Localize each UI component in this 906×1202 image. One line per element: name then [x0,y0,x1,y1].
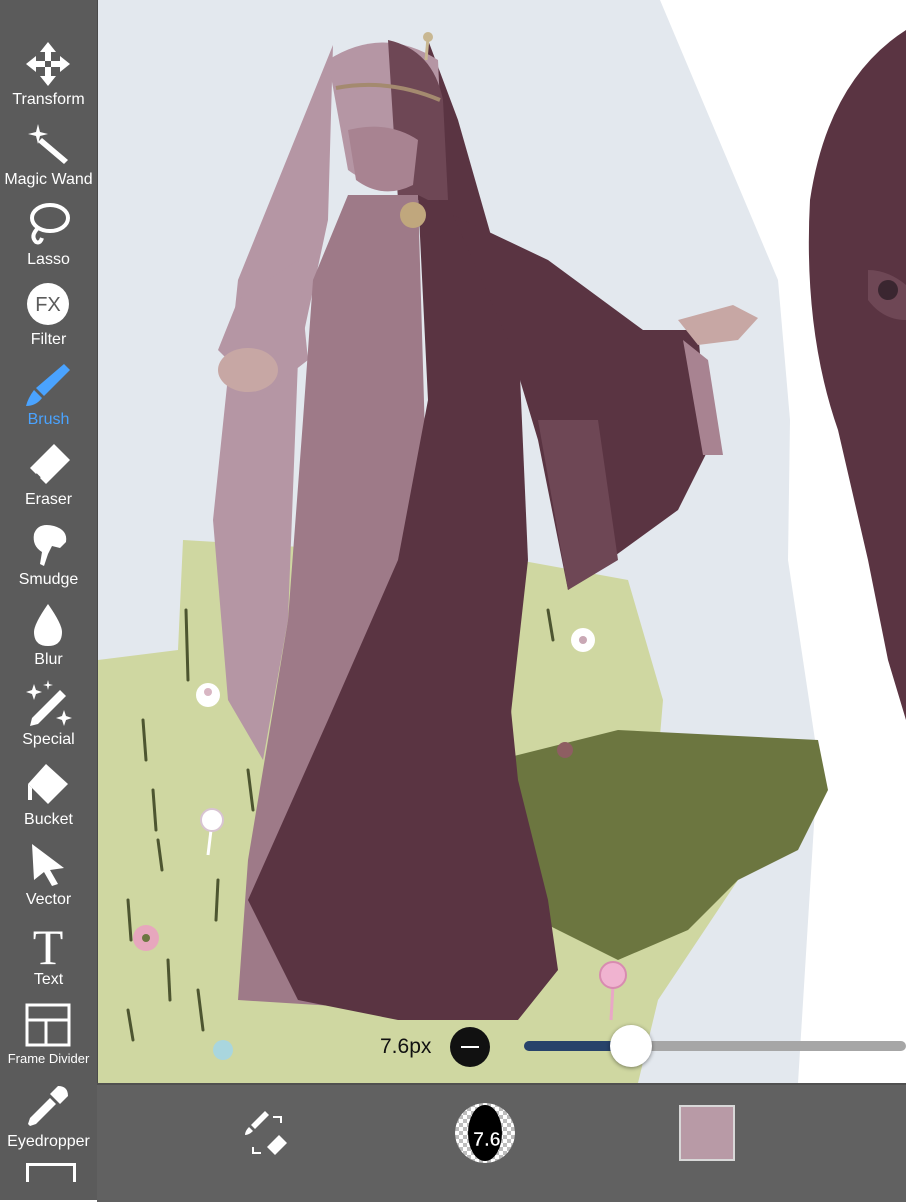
tool-label: Blur [34,651,63,668]
tool-label: Brush [27,411,70,428]
artwork [98,0,906,1083]
tool-label: Frame Divider [7,1051,90,1066]
filter-icon-text: FX [35,294,61,316]
drawing-canvas[interactable] [98,0,906,1083]
smudge-icon [33,525,67,566]
tool-filter[interactable]: FX Filter [0,278,97,358]
swap-brush-eraser-icon[interactable] [239,1105,295,1161]
decrease-size-button[interactable] [450,1027,490,1067]
minus-icon [461,1046,479,1048]
brush-size-label: 7.6px [380,1035,432,1058]
tool-label: Magic Wand [4,171,93,188]
vector-icon [32,844,64,886]
brush-icon [26,364,70,406]
tool-label: Smudge [18,571,79,588]
more-tools-hint[interactable] [26,1163,76,1182]
tool-frame-divider[interactable]: Frame Divider [0,998,97,1078]
blur-icon [34,604,62,646]
tool-eraser[interactable]: Eraser [0,438,97,518]
tool-label: Transform [12,91,85,108]
bottom-toolbar: 7.6 [97,1083,906,1202]
tool-text[interactable]: T Text [0,918,97,998]
tool-blur[interactable]: Blur [0,598,97,678]
tool-label: Eraser [24,491,73,508]
tool-label: Lasso [27,251,70,268]
tool-brush[interactable]: Brush [0,358,97,438]
tool-label: Vector [25,891,72,908]
brush-preview-size: 7.6 [473,1129,501,1152]
tool-vector[interactable]: Vector [0,838,97,918]
tool-label: Bucket [24,811,73,828]
tool-special[interactable]: Special [0,678,97,758]
tool-smudge[interactable]: Smudge [0,518,97,598]
eyedropper-icon [28,1086,68,1126]
magic-wand-icon [28,124,68,164]
brush-size-slider[interactable] [524,1041,906,1051]
tool-label: Eyedropper [7,1133,90,1150]
tool-magic-wand[interactable]: Magic Wand [0,118,97,198]
filter-icon: FX [27,283,69,325]
slider-thumb[interactable] [609,1025,652,1067]
frame-divider-icon [25,1003,71,1047]
tool-label: Filter [30,331,67,348]
transform-icon [26,42,70,86]
tool-eyedropper[interactable]: Eyedropper [0,1080,97,1160]
lasso-icon [30,203,70,245]
special-icon [26,680,72,726]
tool-lasso[interactable]: Lasso [0,198,97,278]
tool-sidebar: Transform Magic Wand Lasso FX Filter Bru… [0,0,98,1200]
color-swatch-button[interactable] [679,1105,735,1161]
eraser-icon [30,444,70,484]
text-icon-glyph: T [33,920,64,968]
text-icon: T [33,920,64,968]
tool-bucket[interactable]: Bucket [0,758,97,838]
bucket-icon [28,764,68,804]
tool-label: Text [33,971,64,988]
tool-label: Special [22,731,75,748]
tool-transform[interactable]: Transform [0,38,97,118]
